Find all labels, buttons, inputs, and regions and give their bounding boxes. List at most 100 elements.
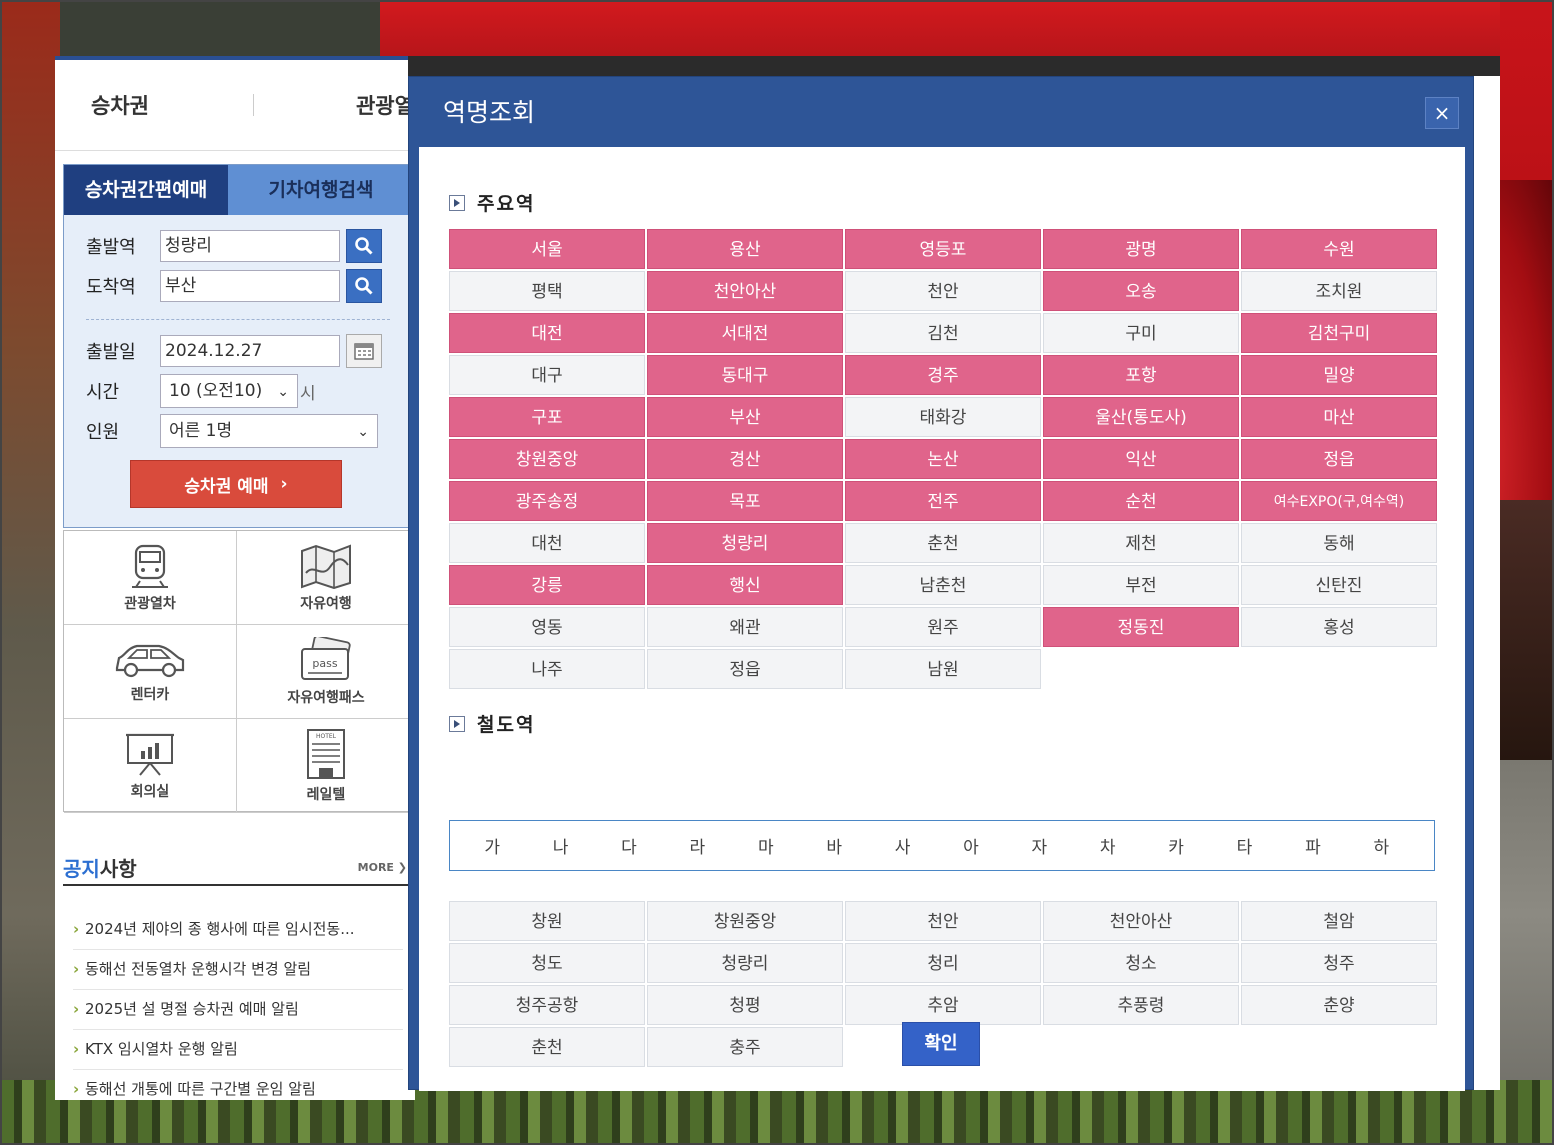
station-button[interactable]: 구포 [449, 397, 645, 437]
departure-input[interactable]: 청량리 [160, 230, 340, 262]
consonant-filter[interactable]: 자 [1005, 833, 1073, 858]
station-button[interactable]: 행신 [647, 565, 843, 605]
station-button[interactable]: 강릉 [449, 565, 645, 605]
station-button[interactable]: 청평 [647, 985, 843, 1025]
station-button[interactable]: 순천 [1043, 481, 1239, 521]
confirm-button[interactable]: 확인 [902, 1022, 980, 1066]
station-button[interactable]: 조치원 [1241, 271, 1437, 311]
consonant-filter[interactable]: 가 [458, 833, 526, 858]
quick-meeting-room[interactable]: 회의실 [64, 719, 237, 813]
station-button[interactable]: 마산 [1241, 397, 1437, 437]
station-button[interactable]: 왜관 [647, 607, 843, 647]
station-button[interactable]: 밀양 [1241, 355, 1437, 395]
station-button[interactable]: 천안아산 [647, 271, 843, 311]
station-button[interactable]: 신탄진 [1241, 565, 1437, 605]
station-button[interactable]: 정동진 [1043, 607, 1239, 647]
station-button[interactable]: 구미 [1043, 313, 1239, 353]
station-button[interactable]: 수원 [1241, 229, 1437, 269]
station-button[interactable]: 춘천 [845, 523, 1041, 563]
station-button[interactable]: 창원중앙 [647, 901, 843, 941]
station-button[interactable]: 청주공항 [449, 985, 645, 1025]
station-button[interactable]: 여수EXPO(구,여수역) [1241, 481, 1437, 521]
tab-trip-search[interactable]: 기차여행검색 [228, 165, 414, 215]
station-button[interactable]: 동해 [1241, 523, 1437, 563]
station-button[interactable]: 천안 [845, 901, 1041, 941]
station-button[interactable]: 동대구 [647, 355, 843, 395]
consonant-filter[interactable]: 파 [1279, 833, 1347, 858]
passenger-select[interactable]: 어른 1명 ⌄ [160, 414, 378, 448]
station-button[interactable]: 광주송정 [449, 481, 645, 521]
station-button[interactable]: 태화강 [845, 397, 1041, 437]
station-button[interactable]: 서울 [449, 229, 645, 269]
station-button[interactable]: 대구 [449, 355, 645, 395]
station-button[interactable]: 춘천 [449, 1027, 645, 1067]
tab-quick-booking[interactable]: 승차권간편예매 [64, 165, 228, 215]
station-button[interactable]: 전주 [845, 481, 1041, 521]
station-button[interactable]: 목포 [647, 481, 843, 521]
station-button[interactable]: 충주 [647, 1027, 843, 1067]
station-button[interactable]: 서대전 [647, 313, 843, 353]
station-button[interactable]: 평택 [449, 271, 645, 311]
station-button[interactable]: 청소 [1043, 943, 1239, 983]
station-button[interactable]: 추풍령 [1043, 985, 1239, 1025]
quick-free-travel[interactable]: 자유여행 [237, 531, 415, 625]
consonant-filter[interactable]: 타 [1210, 833, 1278, 858]
station-button[interactable]: 광명 [1043, 229, 1239, 269]
station-button[interactable]: 천안아산 [1043, 901, 1239, 941]
station-button[interactable]: 춘양 [1241, 985, 1437, 1025]
consonant-filter[interactable]: 하 [1347, 833, 1415, 858]
notice-item[interactable]: 동해선 전동열차 운행시각 변경 알림 [73, 950, 403, 990]
notice-item[interactable]: 2025년 설 명절 승차권 예매 알림 [73, 990, 403, 1030]
station-button[interactable]: 원주 [845, 607, 1041, 647]
quick-rent-car[interactable]: 렌터카 [64, 625, 237, 719]
station-button[interactable]: 포항 [1043, 355, 1239, 395]
consonant-filter[interactable]: 카 [1142, 833, 1210, 858]
station-button[interactable]: 정읍 [647, 649, 843, 689]
consonant-filter[interactable]: 차 [1074, 833, 1142, 858]
station-button[interactable]: 부산 [647, 397, 843, 437]
station-button[interactable]: 정읍 [1241, 439, 1437, 479]
notice-item[interactable]: 2024년 제야의 종 행사에 따른 임시전동... [73, 910, 403, 950]
quick-railtel[interactable]: HOTEL 레일텔 [237, 719, 415, 813]
station-button[interactable]: 홍성 [1241, 607, 1437, 647]
station-button[interactable]: 영동 [449, 607, 645, 647]
station-button[interactable]: 천안 [845, 271, 1041, 311]
more-link[interactable]: MORE ❯ [358, 861, 407, 874]
tab-tour[interactable]: 관광열 [356, 90, 414, 120]
station-button[interactable]: 남춘천 [845, 565, 1041, 605]
book-ticket-button[interactable]: 승차권 예매 › [130, 460, 342, 508]
station-button[interactable]: 대천 [449, 523, 645, 563]
close-button[interactable]: × [1425, 97, 1459, 129]
consonant-filter[interactable]: 바 [800, 833, 868, 858]
station-button[interactable]: 김천 [845, 313, 1041, 353]
consonant-filter[interactable]: 사 [868, 833, 936, 858]
station-button[interactable]: 창원 [449, 901, 645, 941]
time-select[interactable]: 10 (오전10) ⌄ [160, 374, 298, 408]
station-button[interactable]: 오송 [1043, 271, 1239, 311]
tab-ticket[interactable]: 승차권 [91, 90, 149, 120]
calendar-button[interactable] [346, 334, 382, 368]
station-button[interactable]: 영등포 [845, 229, 1041, 269]
station-button[interactable]: 남원 [845, 649, 1041, 689]
station-button[interactable]: 추암 [845, 985, 1041, 1025]
arrival-search-button[interactable] [346, 269, 382, 303]
station-button[interactable]: 나주 [449, 649, 645, 689]
notice-item[interactable]: 동해선 개통에 따른 구간별 운임 알림 [73, 1070, 403, 1100]
station-button[interactable]: 경주 [845, 355, 1041, 395]
quick-rail-pass[interactable]: pass 자유여행패스 [237, 625, 415, 719]
notice-item[interactable]: KTX 임시열차 운행 알림 [73, 1030, 403, 1070]
station-button[interactable]: 청리 [845, 943, 1041, 983]
departure-search-button[interactable] [346, 229, 382, 263]
quick-tour-train[interactable]: 관광열차 [64, 531, 237, 625]
arrival-input[interactable]: 부산 [160, 270, 340, 302]
station-button[interactable]: 청도 [449, 943, 645, 983]
station-button[interactable]: 철암 [1241, 901, 1437, 941]
consonant-filter[interactable]: 마 [732, 833, 800, 858]
station-button[interactable]: 대전 [449, 313, 645, 353]
station-button[interactable]: 익산 [1043, 439, 1239, 479]
station-button[interactable]: 논산 [845, 439, 1041, 479]
consonant-filter[interactable]: 아 [937, 833, 1005, 858]
station-button[interactable]: 제천 [1043, 523, 1239, 563]
station-button[interactable]: 청량리 [647, 523, 843, 563]
date-input[interactable]: 2024.12.27 [160, 335, 340, 367]
